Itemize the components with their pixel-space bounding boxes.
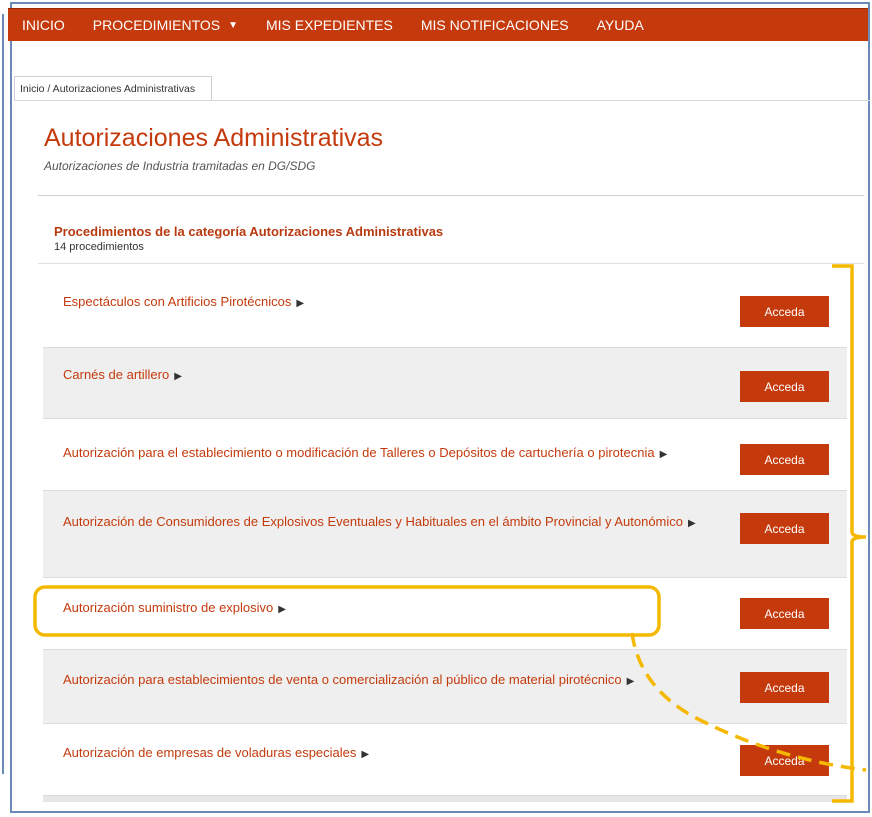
procedure-list: Espectáculos con Artificios Pirotécnicos…	[43, 266, 847, 796]
procedure-link[interactable]: Autorización para establecimientos de ve…	[63, 670, 723, 692]
breadcrumb-divider	[14, 100, 870, 101]
procedure-title: Autorización para el establecimiento o m…	[63, 445, 655, 460]
procedure-row: Espectáculos con Artificios Pirotécnicos…	[43, 266, 847, 348]
list-bottom-edge	[43, 796, 847, 802]
procedure-row: Autorización suministro de explosivo ▶ Ac…	[43, 578, 847, 650]
procedure-row: Carnés de artillero ▶ Acceda	[43, 348, 847, 419]
section-count: 14 procedimientos	[54, 241, 144, 253]
header-divider	[38, 195, 864, 196]
arrow-right-icon: ▶	[174, 371, 182, 382]
acceda-button[interactable]: Acceda	[740, 672, 829, 703]
breadcrumb[interactable]: Inicio / Autorizaciones Administrativas	[14, 76, 213, 101]
procedure-title: Autorización para establecimientos de ve…	[63, 672, 622, 687]
procedure-link[interactable]: Autorización para el establecimiento o m…	[63, 443, 723, 465]
procedure-row: Autorización para el establecimiento o m…	[43, 419, 847, 491]
page-subtitle: Autorizaciones de Industria tramitadas e…	[44, 159, 316, 173]
procedure-row: Autorización para establecimientos de ve…	[43, 650, 847, 724]
arrow-right-icon: ▶	[688, 518, 696, 529]
procedure-row: Autorización de empresas de voladuras es…	[43, 724, 847, 796]
main-nav: INICIO PROCEDIMIENTOS ▼ MIS EXPEDIENTES M…	[8, 8, 868, 41]
procedure-title: Autorización suministro de explosivo	[63, 600, 274, 615]
caret-down-icon: ▼	[228, 19, 238, 31]
procedure-title: Autorización de empresas de voladuras es…	[63, 745, 357, 760]
nav-mis-notificaciones-label: MIS NOTIFICACIONES	[420, 17, 569, 33]
nav-mis-expedientes[interactable]: MIS EXPEDIENTES	[252, 9, 407, 41]
page-title: Autorizaciones Administrativas	[44, 124, 384, 152]
nav-inicio-label: INICIO	[22, 17, 65, 33]
section-divider	[38, 263, 864, 264]
section-title: Procedimientos de la categoría Autorizac…	[54, 224, 444, 239]
acceda-button[interactable]: Acceda	[740, 296, 829, 327]
acceda-button[interactable]: Acceda	[740, 598, 829, 629]
procedure-link[interactable]: Autorización de Consumidores de Explosiv…	[63, 512, 723, 534]
procedure-link[interactable]: Autorización suministro de explosivo ▶	[63, 598, 723, 620]
nav-inicio[interactable]: INICIO	[8, 9, 79, 41]
procedure-row: Autorización de Consumidores de Explosiv…	[43, 491, 847, 578]
nav-mis-expedientes-label: MIS EXPEDIENTES	[266, 17, 393, 33]
procedure-title: Carnés de artillero	[63, 367, 170, 382]
nav-ayuda[interactable]: AYUDA	[583, 9, 658, 41]
procedure-title: Autorización de Consumidores de Explosiv…	[63, 514, 683, 529]
procedure-title: Espectáculos con Artificios Pirotécnicos	[63, 294, 292, 309]
procedure-link[interactable]: Autorización de empresas de voladuras es…	[63, 743, 723, 765]
left-window-edge	[0, 14, 4, 774]
arrow-right-icon: ▶	[361, 749, 370, 760]
arrow-right-icon: ▶	[278, 604, 286, 615]
nav-procedimientos[interactable]: PROCEDIMIENTOS ▼	[79, 9, 252, 41]
acceda-button[interactable]: Acceda	[740, 444, 829, 475]
arrow-right-icon: ▶	[296, 298, 305, 309]
acceda-button[interactable]: Acceda	[740, 745, 829, 776]
procedure-link[interactable]: Espectáculos con Artificios Pirotécnicos…	[63, 292, 723, 314]
arrow-right-icon: ▶	[626, 676, 635, 687]
acceda-button[interactable]: Acceda	[740, 371, 829, 402]
arrow-right-icon: ▶	[659, 449, 668, 460]
acceda-button[interactable]: Acceda	[740, 513, 829, 544]
nav-ayuda-label: AYUDA	[596, 17, 644, 33]
nav-mis-notificaciones[interactable]: MIS NOTIFICACIONES	[407, 9, 583, 41]
nav-procedimientos-label: PROCEDIMIENTOS	[92, 17, 221, 33]
procedure-link[interactable]: Carnés de artillero ▶	[63, 365, 723, 387]
